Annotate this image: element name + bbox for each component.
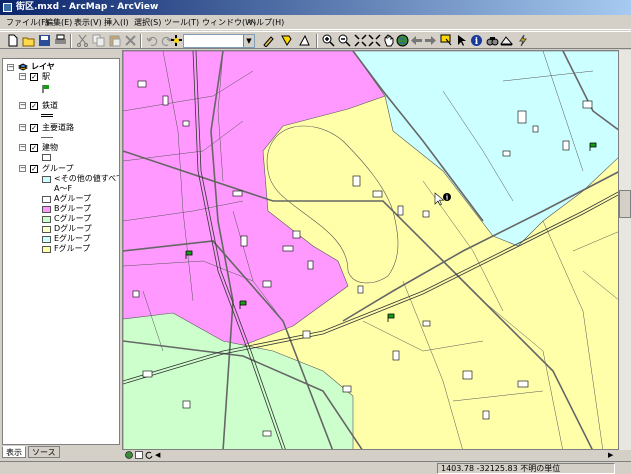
fixed-zoom-in-icon[interactable] — [354, 34, 367, 47]
table-of-contents: − レイヤ − ✓ 駅 − ✓ 鉄道 − ✓ 主要道路 − ✓ 建物 − ✓ グ… — [2, 58, 120, 445]
new-icon[interactable] — [6, 34, 19, 47]
legend-swatch — [42, 216, 51, 223]
paste-icon[interactable] — [108, 34, 121, 47]
menu-tools[interactable]: ツール(T) — [164, 17, 199, 28]
legend-swatch — [42, 246, 51, 253]
map-scale-combobox[interactable]: ▼ — [183, 34, 255, 48]
open-icon[interactable] — [22, 34, 35, 47]
toolbar-separator — [316, 34, 318, 48]
collapse-toggle[interactable]: − — [19, 73, 26, 80]
toolbar-separator — [70, 34, 72, 48]
toc-root-label[interactable]: レイヤ — [31, 62, 55, 72]
menu-select[interactable]: 選択(S) — [134, 17, 161, 28]
toc-tabs: 表示 ソース — [2, 446, 120, 458]
station-flag-icon — [41, 84, 51, 94]
layers-icon — [17, 62, 29, 72]
legend-label: Fグループ — [54, 244, 91, 253]
legend-label: Cグループ — [54, 214, 92, 223]
legend-label: Bグループ — [54, 204, 92, 213]
layer-label-building[interactable]: 建物 — [42, 143, 58, 153]
collapse-toggle[interactable]: − — [19, 124, 26, 131]
scroll-right-icon[interactable]: ▶ — [608, 451, 616, 459]
undo-icon[interactable] — [146, 34, 159, 47]
editor-icon[interactable] — [262, 34, 275, 47]
menu-bar: ファイル(F) 編集(E) 表示(V) 挿入(I) 選択(S) ツール(T) ウ… — [0, 15, 631, 30]
cut-icon[interactable] — [76, 34, 89, 47]
add-data-icon[interactable] — [170, 34, 183, 47]
legend-swatch — [42, 226, 51, 233]
layer-checkbox[interactable]: ✓ — [30, 165, 38, 173]
pan-icon[interactable] — [382, 34, 395, 47]
legend-swatch — [42, 236, 51, 243]
svg-text:i: i — [475, 37, 479, 47]
data-view-icon[interactable] — [125, 451, 133, 459]
identify-tool-icon[interactable] — [280, 34, 293, 47]
collapse-toggle[interactable]: − — [7, 64, 14, 71]
menu-insert[interactable]: 挿入(I) — [104, 17, 129, 28]
layer-checkbox[interactable]: ✓ — [30, 144, 38, 152]
road-line-symbol — [41, 137, 53, 138]
arcmap-help-icon[interactable] — [298, 34, 311, 47]
legend-swatch — [42, 206, 51, 213]
window-title: 街区.mxd - ArcMap - ArcView — [16, 2, 159, 12]
building-fill-symbol — [42, 154, 51, 161]
legend-label: Aグループ — [54, 194, 91, 203]
scrollbar-thumb[interactable] — [619, 190, 631, 218]
chevron-down-icon[interactable]: ▼ — [243, 35, 254, 47]
copy-icon[interactable] — [92, 34, 105, 47]
info-icon[interactable]: i — [470, 34, 483, 47]
title-bar: 街区.mxd - ArcMap - ArcView — [0, 0, 631, 15]
layer-checkbox[interactable]: ✓ — [30, 73, 38, 81]
full-extent-icon[interactable] — [396, 34, 409, 47]
menu-file[interactable]: ファイル(F) — [6, 17, 49, 28]
zoom-in-icon[interactable] — [322, 34, 335, 47]
save-icon[interactable] — [38, 34, 51, 47]
delete-icon[interactable] — [124, 34, 137, 47]
collapse-toggle[interactable]: − — [19, 144, 26, 151]
menu-help[interactable]: ヘルプ(H) — [248, 17, 284, 28]
layer-checkbox[interactable]: ✓ — [30, 102, 38, 110]
railway-line-symbol — [41, 114, 53, 117]
legend-label: Eグループ — [54, 234, 91, 243]
map-display[interactable]: i — [122, 50, 619, 450]
layout-view-icon[interactable] — [135, 451, 143, 459]
legend-heading: A～F — [54, 184, 73, 193]
toolbar-separator — [140, 34, 142, 48]
collapse-toggle[interactable]: − — [19, 165, 26, 172]
menu-edit[interactable]: 編集(E) — [45, 17, 72, 28]
map-canvas[interactable]: i — [123, 51, 619, 450]
scroll-left-icon[interactable]: ◀ — [155, 451, 163, 459]
refresh-icon[interactable] — [145, 451, 153, 459]
layer-label-station[interactable]: 駅 — [42, 72, 50, 82]
zoom-out-icon[interactable] — [338, 34, 351, 47]
legend-swatch — [42, 176, 51, 183]
map-vertical-scrollbar[interactable] — [619, 50, 631, 450]
view-switch-bar: ◀ ▶ — [122, 450, 631, 460]
measure-icon[interactable] — [500, 34, 513, 47]
layer-label-group[interactable]: グループ — [42, 164, 74, 174]
standard-toolbar: ▼ i — [0, 31, 631, 49]
legend-label: <その他の値すべて> — [54, 174, 119, 183]
back-icon[interactable] — [410, 34, 423, 47]
legend-label: Dグループ — [54, 224, 92, 233]
hyperlink-icon[interactable] — [516, 34, 529, 47]
fixed-zoom-out-icon[interactable] — [368, 34, 381, 47]
cursor-coordinates: 1403.78 -32125.83 不明の単位 — [437, 463, 615, 474]
find-icon[interactable] — [486, 34, 499, 47]
layer-label-main-road[interactable]: 主要道路 — [42, 123, 74, 133]
tab-source[interactable]: ソース — [28, 446, 60, 458]
status-bar: 1403.78 -32125.83 不明の単位 — [0, 461, 631, 474]
collapse-toggle[interactable]: − — [19, 102, 26, 109]
legend-swatch — [42, 196, 51, 203]
layer-checkbox[interactable]: ✓ — [30, 124, 38, 132]
arcmap-app-icon — [3, 3, 12, 12]
select-features-icon[interactable] — [440, 34, 453, 47]
menu-view[interactable]: 表示(V) — [74, 17, 102, 28]
forward-icon[interactable] — [424, 34, 437, 47]
tab-display[interactable]: 表示 — [2, 446, 26, 458]
layer-label-railway[interactable]: 鉄道 — [42, 101, 58, 111]
print-icon[interactable] — [54, 34, 67, 47]
select-elements-icon[interactable] — [455, 34, 468, 47]
